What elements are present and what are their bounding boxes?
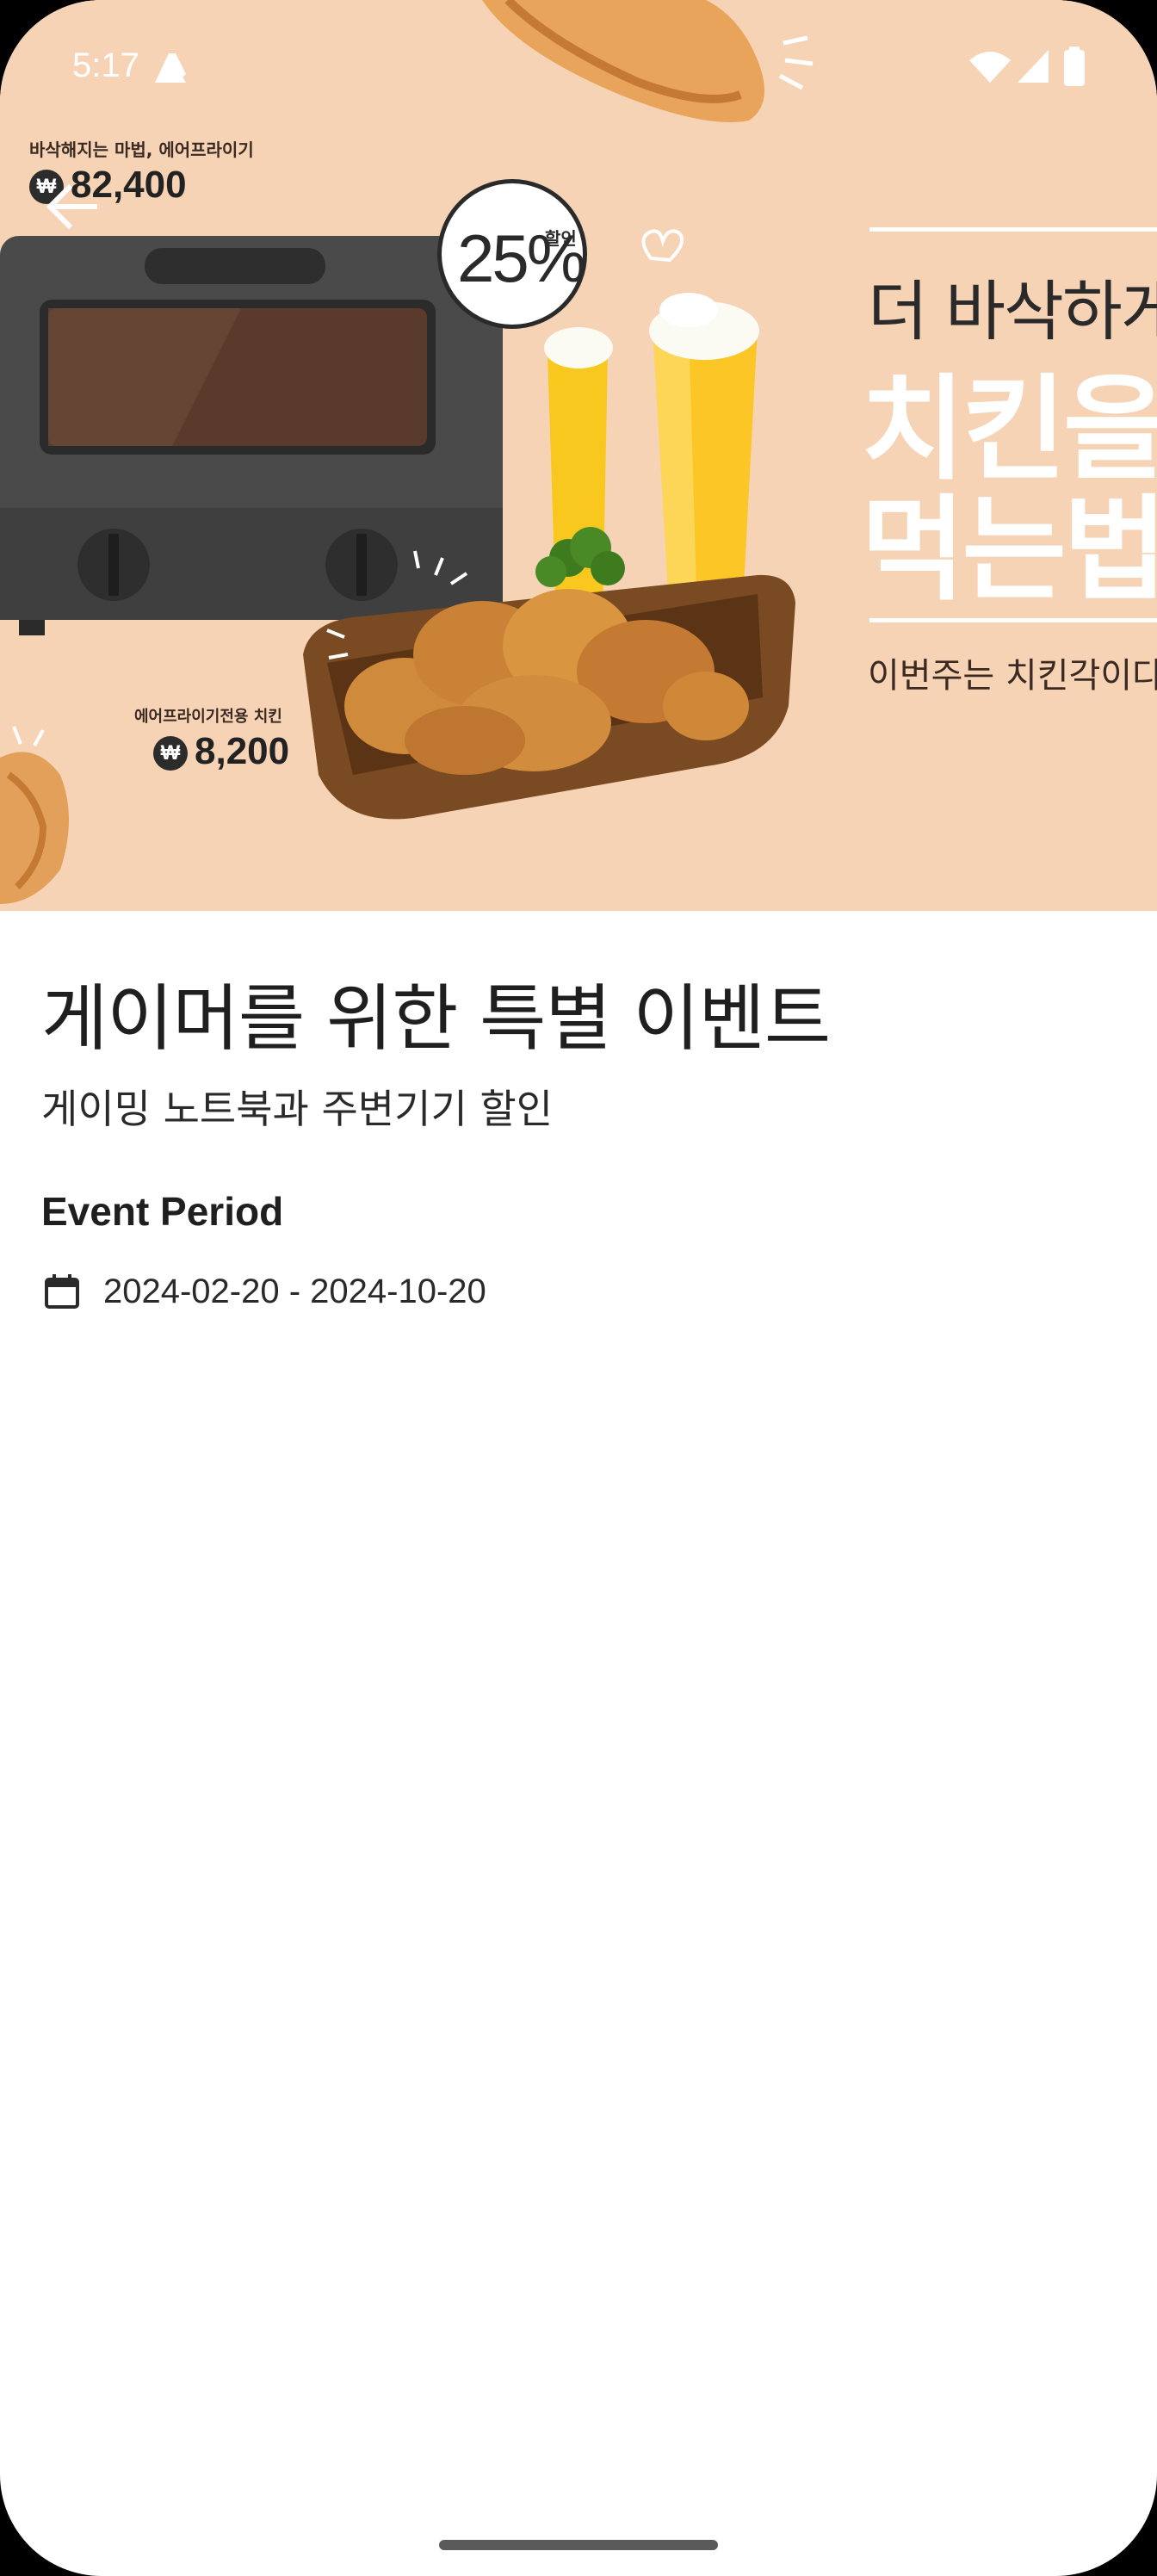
status-bar: 5:17 <box>0 0 1157 129</box>
signal-icon <box>1018 50 1049 83</box>
toaster-oven-illustration <box>0 236 503 635</box>
status-time: 5:17 <box>72 46 139 84</box>
banner-price-2: ₩8,200 <box>153 730 289 773</box>
home-indicator[interactable] <box>439 2540 718 2550</box>
back-button[interactable] <box>34 169 110 245</box>
battery-icon <box>1064 46 1085 86</box>
event-period-value: 2024-02-20 - 2024-10-20 <box>103 1272 486 1310</box>
arrow-back-icon <box>46 183 97 230</box>
discount-badge: 25% 할인 <box>437 179 587 329</box>
won-icon: ₩ <box>153 736 188 771</box>
app-screen: 바삭해지는 마법, 에어프라이기 ₩82,400 에어프라이기전용 치킨 ₩8,… <box>0 0 1157 2576</box>
discount-label: 할인 <box>545 228 577 249</box>
event-banner-image: 바삭해지는 마법, 에어프라이기 ₩82,400 에어프라이기전용 치킨 ₩8,… <box>0 0 1157 911</box>
wifi-icon <box>969 52 1011 83</box>
banner-price-2-value: 8,200 <box>195 730 290 772</box>
event-title: 게이머를 위한 특별 이벤트 <box>41 976 831 1061</box>
event-period-row: 2024-02-20 - 2024-10-20 <box>41 1266 486 1317</box>
event-period-heading: Event Period <box>41 1189 284 1234</box>
banner-promo-text-2: 에어프라이기전용 치킨 <box>134 708 282 726</box>
calendar-icon <box>45 1274 79 1309</box>
event-subtitle: 게이밍 노트북과 주변기기 할인 <box>41 1086 554 1132</box>
banner-caption: 이번주는 치킨각이다 <box>868 656 1157 696</box>
app-notification-icon <box>155 53 186 83</box>
banner-promo-text-1: 바삭해지는 마법, 에어프라이기 <box>29 139 254 160</box>
banner-headline-3: 먹는법 <box>861 484 1157 616</box>
